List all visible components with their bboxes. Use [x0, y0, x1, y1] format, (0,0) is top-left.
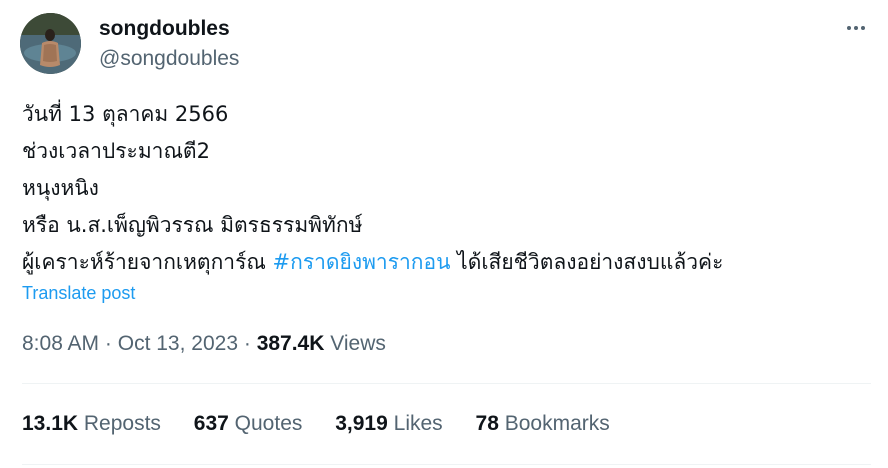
tweet-text-line: หรือ น.ส.เพ็ญพิวรรณ มิตรธรรมพิทักษ์: [22, 213, 363, 237]
reposts-stat[interactable]: 13.1K Reposts: [22, 410, 161, 438]
tweet-text: วันที่ 13 ตุลาคม 2566 ช่วงเวลาประมาณตี2 …: [22, 96, 872, 281]
bookmarks-stat[interactable]: 78 Bookmarks: [476, 410, 610, 438]
quotes-count: 637: [193, 412, 229, 435]
divider: [22, 383, 871, 384]
engagement-stats: 13.1K Reposts 637 Quotes 3,919 Likes 78 …: [22, 410, 637, 438]
reposts-label: Reposts: [83, 412, 161, 435]
tweet-text-line: ผู้เคราะห์ร้ายจากเหตุการ์ณ #กราดยิงพาราก…: [22, 244, 872, 281]
divider: [22, 464, 871, 465]
avatar-photo: [20, 13, 81, 74]
likes-label: Likes: [393, 412, 443, 435]
quotes-label: Quotes: [234, 412, 303, 435]
meta-separator: ·: [104, 332, 112, 355]
bookmarks-label: Bookmarks: [504, 412, 610, 435]
tweet-text-segment: ได้เสียชีวิตลงอย่างสงบแล้วค่ะ: [450, 250, 724, 274]
tweet-text-line: หนุงหนิง: [22, 176, 99, 200]
tweet-detail: songdoubles @songdoubles วันที่ 13 ตุลาค…: [0, 0, 888, 468]
tweet-date[interactable]: Oct 13, 2023: [118, 332, 238, 355]
tweet-text-segment: ผู้เคราะห์ร้ายจากเหตุการ์ณ: [22, 250, 273, 274]
more-horizontal-icon: [846, 26, 867, 30]
views-label: Views: [330, 332, 386, 355]
bookmarks-count: 78: [475, 412, 499, 435]
avatar[interactable]: [20, 13, 81, 74]
user-handle[interactable]: @songdoubles: [99, 46, 239, 72]
tweet-meta: 8:08 AM · Oct 13, 2023 · 387.4K Views: [22, 330, 386, 358]
likes-count: 3,919: [335, 412, 388, 435]
more-options-button[interactable]: [838, 14, 874, 42]
meta-separator: ·: [243, 332, 251, 355]
tweet-time[interactable]: 8:08 AM: [22, 332, 99, 355]
views-count: 387.4K: [256, 332, 325, 355]
quotes-stat[interactable]: 637 Quotes: [194, 410, 303, 438]
likes-stat[interactable]: 3,919 Likes: [335, 410, 442, 438]
hashtag-link[interactable]: #กราดยิงพารากอน: [273, 250, 451, 274]
tweet-text-line: ช่วงเวลาประมาณตี2: [22, 139, 210, 163]
reposts-count: 13.1K: [22, 412, 79, 435]
translate-post-link[interactable]: Translate post: [22, 280, 135, 306]
tweet-text-line: วันที่ 13 ตุลาคม 2566: [22, 102, 229, 126]
display-name[interactable]: songdoubles: [99, 16, 230, 42]
